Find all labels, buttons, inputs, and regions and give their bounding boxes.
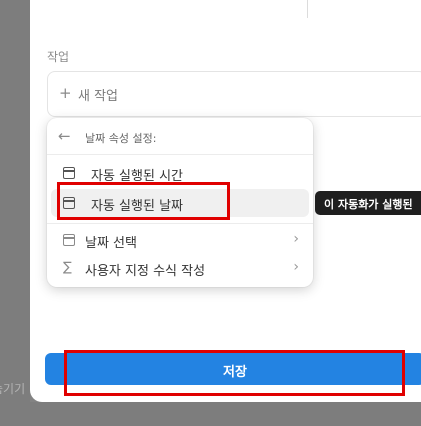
sigma-icon: ∑ xyxy=(63,260,72,275)
tooltip: 이 자동화가 실행된 xyxy=(315,191,421,215)
menu-item-label: 날짜 선택 xyxy=(85,236,137,251)
chevron-right-icon: › xyxy=(293,231,299,247)
save-button-label: 저장 xyxy=(223,365,247,380)
menu-item-pick-date[interactable]: 날짜 선택 › xyxy=(51,226,309,254)
backdrop-hint-text: 숨기기 xyxy=(0,382,26,396)
dropdown-header: ← 날짜 속성 설정: xyxy=(47,118,313,154)
calendar-icon xyxy=(63,167,75,179)
plus-icon: + xyxy=(59,84,72,102)
calendar-icon xyxy=(63,197,75,209)
menu-item-label: 사용자 지정 수식 작성 xyxy=(85,264,206,279)
date-property-dropdown: ← 날짜 속성 설정: 자동 실행된 시간 자동 실행된 날짜 날짜 선택 › … xyxy=(47,118,313,287)
calendar-icon xyxy=(63,234,75,246)
divider xyxy=(47,223,313,224)
dropdown-header-label: 날짜 속성 설정: xyxy=(85,132,157,145)
divider xyxy=(47,154,313,155)
menu-item-automation-run-time[interactable]: 자동 실행된 시간 xyxy=(51,159,309,187)
back-arrow-icon[interactable]: ← xyxy=(58,127,71,145)
menu-item-automation-run-date[interactable]: 자동 실행된 날짜 xyxy=(51,189,309,217)
new-task-placeholder: 새 작업 xyxy=(78,89,119,104)
divider xyxy=(307,0,308,18)
backdrop-bottom xyxy=(0,402,421,426)
chevron-right-icon: › xyxy=(293,259,299,275)
menu-item-label: 자동 실행된 시간 xyxy=(91,169,183,184)
tooltip-text: 이 자동화가 실행된 xyxy=(324,198,413,211)
section-label-task: 작업 xyxy=(47,50,70,64)
menu-item-custom-formula[interactable]: ∑ 사용자 지정 수식 작성 › xyxy=(51,254,309,282)
menu-item-label: 자동 실행된 날짜 xyxy=(91,199,183,214)
save-button[interactable]: 저장 xyxy=(45,353,421,385)
backdrop-left xyxy=(0,0,30,426)
